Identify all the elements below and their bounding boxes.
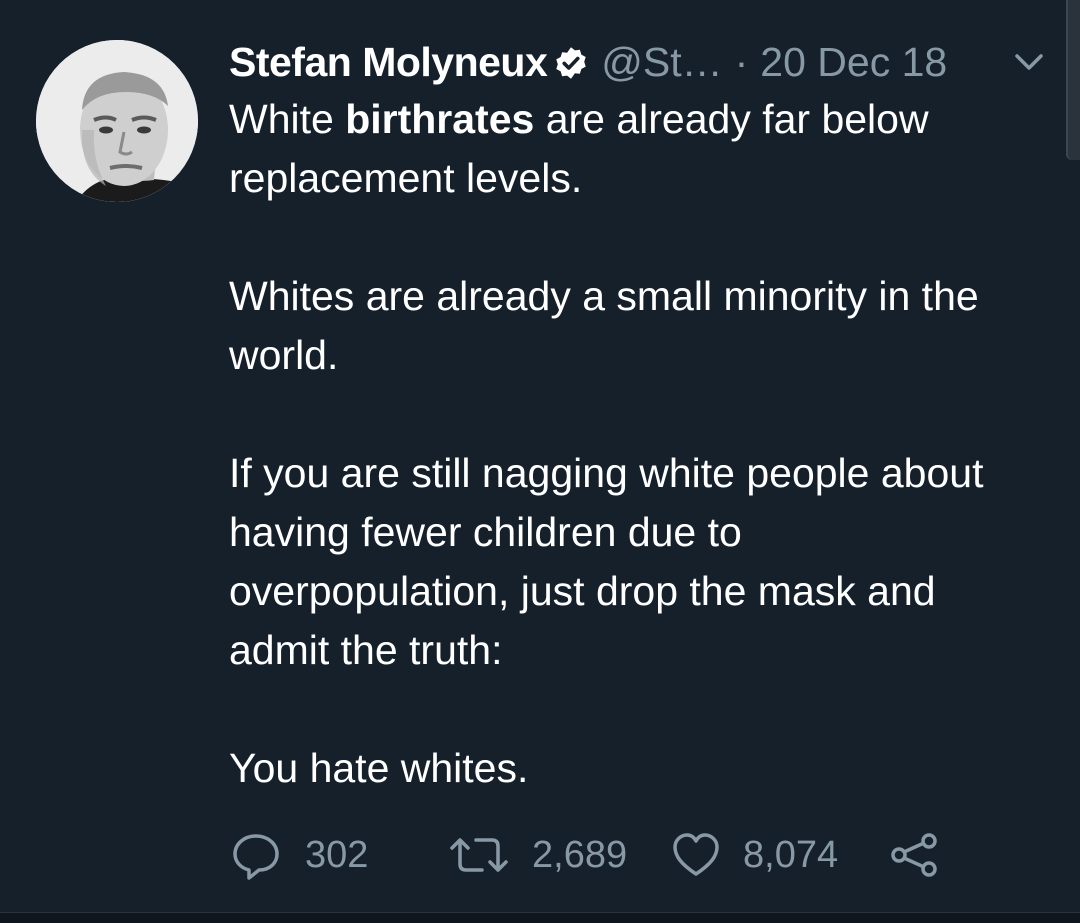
tweet-actions: 302 2,689 8,074 xyxy=(229,828,989,882)
reply-count: 302 xyxy=(305,833,369,876)
share-button[interactable] xyxy=(887,828,941,882)
like-button[interactable]: 8,074 xyxy=(671,828,838,882)
chevron-down-icon[interactable] xyxy=(1012,50,1046,74)
tweet-card[interactable]: Stefan Molyneux @St… · 20 Dec 18 White b… xyxy=(0,0,1080,923)
author-name[interactable]: Stefan Molyneux xyxy=(229,39,548,86)
avatar[interactable] xyxy=(36,40,198,202)
reply-icon xyxy=(229,828,283,882)
heart-icon xyxy=(671,828,721,882)
text-segment: White xyxy=(229,96,346,142)
retweet-count: 2,689 xyxy=(532,833,628,876)
author-handle[interactable]: @St… xyxy=(601,39,722,86)
tweet-text: White birthrates are already far below r… xyxy=(229,90,1029,798)
retweet-button[interactable]: 2,689 xyxy=(448,828,627,882)
tweet-paragraph-4: You hate whites. xyxy=(229,745,529,791)
tweet-paragraph-3: If you are still nagging white people ab… xyxy=(229,450,984,673)
separator-dot: · xyxy=(734,38,749,85)
tweet-date[interactable]: 20 Dec 18 xyxy=(760,39,947,86)
tweet-header: Stefan Molyneux @St… · 20 Dec 18 xyxy=(229,34,947,90)
retweet-icon xyxy=(448,828,510,882)
share-icon xyxy=(887,828,941,882)
like-count: 8,074 xyxy=(743,833,839,876)
divider xyxy=(0,912,1080,923)
scrollbar[interactable] xyxy=(1066,0,1080,160)
tweet-paragraph-2: Whites are already a small minority in t… xyxy=(229,273,979,378)
tweet-paragraph-1: White birthrates are already far below r… xyxy=(229,90,1029,208)
bold-word: birthrates xyxy=(345,96,535,142)
verified-badge-icon xyxy=(553,45,589,81)
reply-button[interactable]: 302 xyxy=(229,828,368,882)
